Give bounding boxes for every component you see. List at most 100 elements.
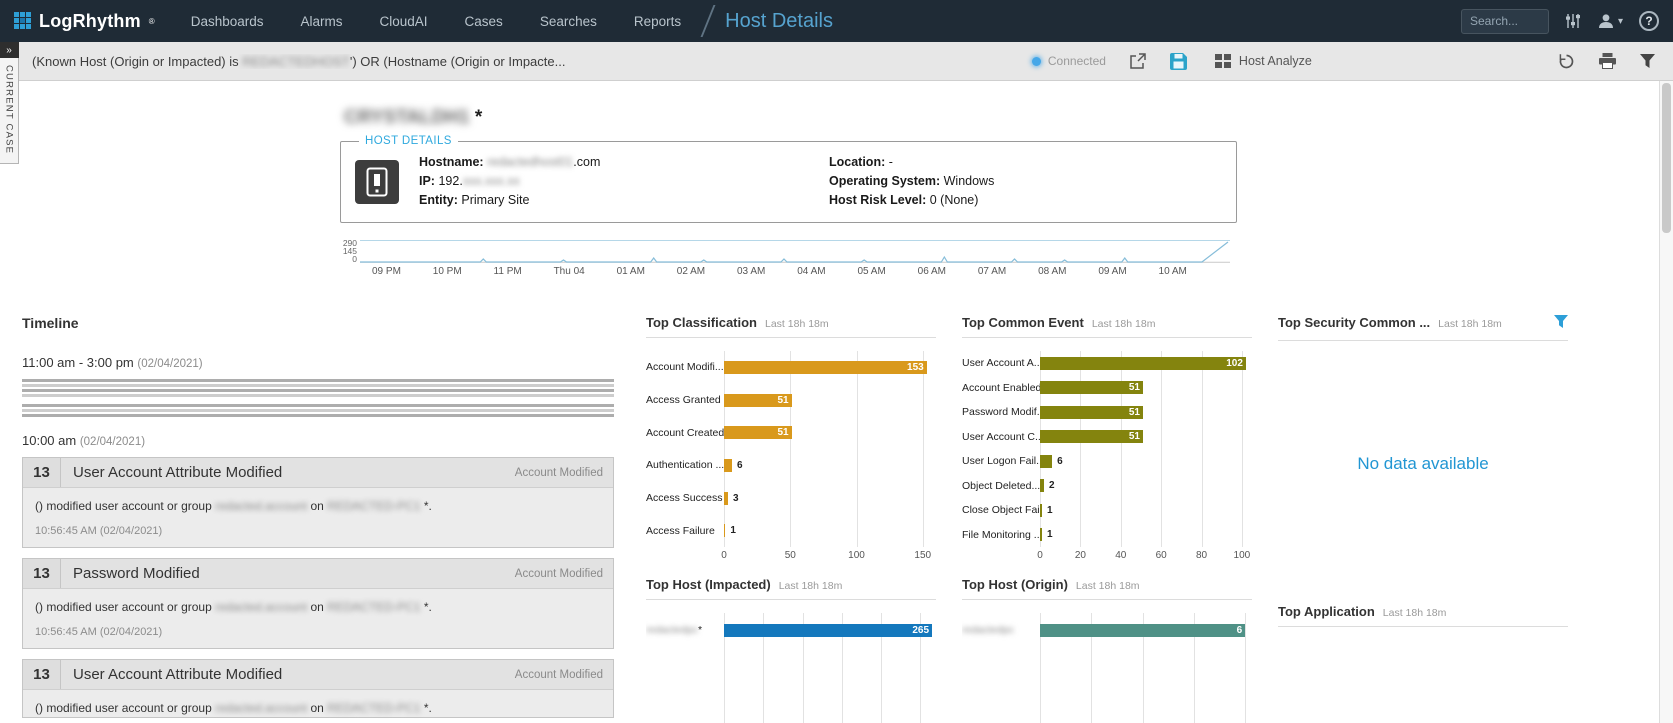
bar[interactable]: 51: [724, 394, 792, 407]
axis-tick-label: 60: [1156, 550, 1167, 561]
chart-category-label: Object Deleted...: [962, 474, 1040, 499]
timeline-column: Timeline 11:00 am - 3:00 pm (02/04/2021)…: [22, 315, 620, 723]
bar[interactable]: 51: [724, 426, 792, 439]
nav-item-cloudai[interactable]: CloudAI: [380, 14, 428, 29]
panel-filter-icon[interactable]: [1554, 315, 1568, 333]
bar[interactable]: 153: [724, 361, 927, 374]
panel-range: Last 18h 18m: [765, 318, 829, 330]
bar[interactable]: 51: [1040, 406, 1143, 419]
panel-range: Last 18h 18m: [1092, 318, 1156, 330]
help-icon[interactable]: ?: [1639, 11, 1659, 31]
event-card-header: 13User Account Attribute ModifiedAccount…: [23, 660, 613, 690]
bar[interactable]: [724, 492, 728, 505]
bar-row: 2: [1040, 474, 1252, 499]
host-analyze-button[interactable]: Host Analyze: [1215, 54, 1312, 68]
spark-x-tick: 06 AM: [918, 266, 946, 277]
nav-item-dashboards[interactable]: Dashboards: [191, 14, 264, 29]
print-icon[interactable]: [1599, 53, 1616, 69]
popout-icon[interactable]: [1130, 53, 1146, 69]
event-card-header: 13Password ModifiedAccount Modified: [23, 559, 613, 589]
event-body-text: () modified user account or group: [35, 499, 215, 513]
timeline-event-card[interactable]: 13User Account Attribute ModifiedAccount…: [22, 659, 614, 718]
scrollbar-thumb[interactable]: [1662, 83, 1671, 233]
bar-value: 6: [737, 459, 743, 472]
label-text: User Account A...: [962, 357, 1040, 369]
query-text-tail: ') OR (Hostname (Origin or Impacte...: [350, 54, 566, 69]
os-label: Operating System:: [829, 174, 940, 188]
bar-row: 102: [1040, 351, 1252, 376]
expand-arrow-icon[interactable]: »: [0, 42, 19, 58]
bar-track: 6: [724, 459, 936, 472]
bar-row: 51: [724, 416, 936, 449]
timeline-event-card[interactable]: 13User Account Attribute ModifiedAccount…: [22, 457, 614, 548]
bar-track: 2: [1040, 479, 1252, 492]
chart-plot-area: 265050100150200250: [724, 613, 936, 723]
event-body: () modified user account or group redact…: [23, 690, 613, 717]
risk-value: 0 (None): [930, 193, 979, 207]
event-body-text: on: [307, 499, 327, 513]
spark-x-tick: 10 PM: [433, 266, 462, 277]
bar-row: 51: [724, 384, 936, 417]
label-text: User Logon Fail...: [962, 455, 1040, 467]
bar[interactable]: [1040, 504, 1042, 517]
event-count-badge: 13: [23, 458, 61, 487]
event-classification-tag: Account Modified: [515, 660, 613, 689]
bar[interactable]: 6: [1040, 624, 1245, 637]
timeline-group-header[interactable]: 10:00 am (02/04/2021): [22, 433, 620, 448]
group-time: 10:00 am: [22, 433, 76, 448]
bar-value: 51: [1129, 406, 1140, 419]
timeline-event-card[interactable]: 13Password ModifiedAccount Modified() mo…: [22, 558, 614, 649]
no-data-message: No data available: [1278, 354, 1568, 574]
ip-row: IP: 192.xxx.xxx.xx: [419, 172, 829, 191]
filter-funnel-icon[interactable]: [1640, 54, 1655, 68]
event-body-text: on: [307, 701, 327, 715]
save-search-icon[interactable]: [1170, 53, 1187, 70]
risk-label: Host Risk Level:: [829, 193, 926, 207]
nav-item-cases[interactable]: Cases: [465, 14, 503, 29]
search-query[interactable]: (Known Host (Origin or Impacted) is REDA…: [32, 54, 565, 69]
chart-category-label: User Account A...: [962, 351, 1040, 376]
page-title: Host Details: [725, 10, 833, 33]
search-input[interactable]: [1461, 9, 1549, 34]
collapsed-events[interactable]: [22, 379, 614, 417]
bar[interactable]: [724, 459, 732, 472]
undo-icon[interactable]: [1558, 53, 1575, 70]
current-case-tab[interactable]: » CURRENT CASE: [0, 42, 19, 164]
nav-item-searches[interactable]: Searches: [540, 14, 597, 29]
chart-category-label: User Account C...: [962, 425, 1040, 450]
nav-item-reports[interactable]: Reports: [634, 14, 681, 29]
bar-track: 1: [1040, 504, 1252, 517]
bar[interactable]: 51: [1040, 381, 1143, 394]
bar[interactable]: [1040, 479, 1044, 492]
bar[interactable]: [724, 524, 725, 537]
logrhythm-logo[interactable]: LogRhythm®: [14, 11, 155, 32]
bar[interactable]: 265: [724, 624, 932, 637]
x-axis: 020406080100: [1040, 550, 1252, 564]
bar-row: 51: [1040, 425, 1252, 450]
bar[interactable]: [1040, 528, 1042, 541]
vertical-scrollbar[interactable]: [1659, 81, 1673, 723]
filter-sliders-icon[interactable]: [1565, 13, 1581, 29]
chart-category-label: Account Created: [646, 416, 724, 449]
chart-category-label: Account Enabled: [962, 376, 1040, 401]
host-details-panel: HOST DETAILS Hostname: redactedhost01.co…: [340, 135, 1237, 223]
os-value: Windows: [944, 174, 995, 188]
bar-track: 51: [1040, 406, 1252, 419]
spark-x-tick: 03 AM: [737, 266, 765, 277]
event-body-redacted: redacted.account: [215, 600, 307, 614]
panel-range: Last 18h 18m: [1438, 318, 1502, 330]
grid-icon: [1215, 54, 1231, 68]
bar[interactable]: [1040, 455, 1052, 468]
timeline-group-header[interactable]: 11:00 am - 3:00 pm (02/04/2021): [22, 355, 620, 370]
chart-label-column: User Account A...Account EnabledPassword…: [962, 351, 1040, 547]
bar-track: 1: [724, 524, 936, 537]
event-title: User Account Attribute Modified: [61, 458, 282, 487]
nav-item-alarms[interactable]: Alarms: [301, 14, 343, 29]
label-text: File Monitoring ...: [962, 529, 1040, 541]
bar[interactable]: 102: [1040, 357, 1246, 370]
event-body: () modified user account or group redact…: [23, 589, 613, 616]
bar-value: 1: [1047, 504, 1053, 517]
bar[interactable]: 51: [1040, 430, 1143, 443]
event-body-text: *.: [421, 600, 432, 614]
user-menu[interactable]: ▾: [1597, 12, 1623, 30]
